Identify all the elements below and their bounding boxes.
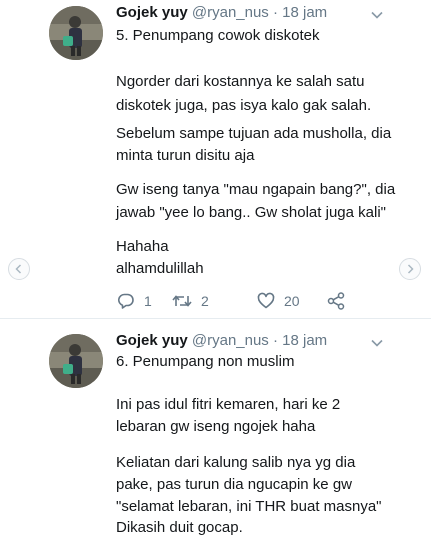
retweet-count: 2 bbox=[201, 293, 209, 309]
tweet-text-line: Ngorder dari kostannya ke salah satu bbox=[116, 73, 365, 90]
share-button[interactable] bbox=[326, 290, 346, 312]
tweet-text-line: alhamdulillah bbox=[116, 260, 204, 277]
tweet-text-line: diskotek juga, pas isya kalo gak salah. bbox=[116, 97, 372, 114]
tweet-header: Gojek yuy @ryan_nus · 18 jam bbox=[116, 4, 327, 24]
separator-dot: · bbox=[272, 332, 278, 349]
tweet[interactable]: Gojek yuy @ryan_nus · 18 jam 5. Penumpan… bbox=[0, 0, 431, 318]
tweet-text-line: Hahaha bbox=[116, 238, 169, 255]
reply-count: 1 bbox=[144, 293, 152, 309]
author-name[interactable]: Gojek yuy bbox=[116, 332, 188, 349]
tweet-text-line: 6. Penumpang non muslim bbox=[116, 353, 295, 370]
like-icon bbox=[257, 292, 275, 309]
tweet[interactable]: Gojek yuy @ryan_nus · 18 jam 6. Penumpan… bbox=[0, 318, 431, 537]
tweet-text-line: jawab "yee lo bang.. Gw sholat juga kali… bbox=[116, 204, 386, 221]
tweet-text-line: "selamat lebaran, ini THR buat masnya" bbox=[116, 498, 382, 515]
separator-dot: · bbox=[272, 4, 278, 21]
tweet-text-line: pake, pas turun dia ngucapin ke gw bbox=[116, 476, 352, 493]
share-icon bbox=[327, 292, 345, 310]
retweet-button[interactable]: 2 bbox=[171, 290, 209, 312]
tweet-text-line: Dikasih duit gocap. bbox=[116, 519, 243, 536]
tweet-text-line: Keliatan dari kalung salib nya yg dia bbox=[116, 454, 356, 471]
timestamp[interactable]: 18 jam bbox=[282, 4, 327, 21]
tweet-text-line: Sebelum sampe tujuan ada musholla, dia bbox=[116, 125, 392, 142]
author-name[interactable]: Gojek yuy bbox=[116, 4, 188, 21]
tweet-header: Gojek yuy @ryan_nus · 18 jam bbox=[116, 332, 327, 352]
avatar[interactable] bbox=[49, 334, 103, 388]
reply-button[interactable]: 1 bbox=[116, 290, 152, 312]
reply-icon bbox=[117, 293, 134, 309]
author-handle[interactable]: @ryan_nus bbox=[192, 332, 269, 349]
chevron-down-icon[interactable] bbox=[370, 336, 384, 350]
author-handle[interactable]: @ryan_nus bbox=[192, 4, 269, 21]
timestamp[interactable]: 18 jam bbox=[282, 332, 327, 349]
tweet-text-line: Gw iseng tanya "mau ngapain bang?", dia bbox=[116, 181, 396, 198]
avatar[interactable] bbox=[49, 6, 103, 60]
chevron-down-icon[interactable] bbox=[370, 8, 384, 22]
like-button[interactable]: 20 bbox=[256, 290, 300, 312]
tweet-text-line: lebaran gw iseng ngojek haha bbox=[116, 418, 316, 435]
tweet-text-line: 5. Penumpang cowok diskotek bbox=[116, 27, 320, 44]
retweet-icon bbox=[172, 295, 192, 307]
tweet-text-line: Ini pas idul fitri kemaren, hari ke 2 bbox=[116, 396, 341, 413]
like-count: 20 bbox=[284, 293, 300, 309]
tweet-text-line: minta turun disitu aja bbox=[116, 147, 255, 164]
